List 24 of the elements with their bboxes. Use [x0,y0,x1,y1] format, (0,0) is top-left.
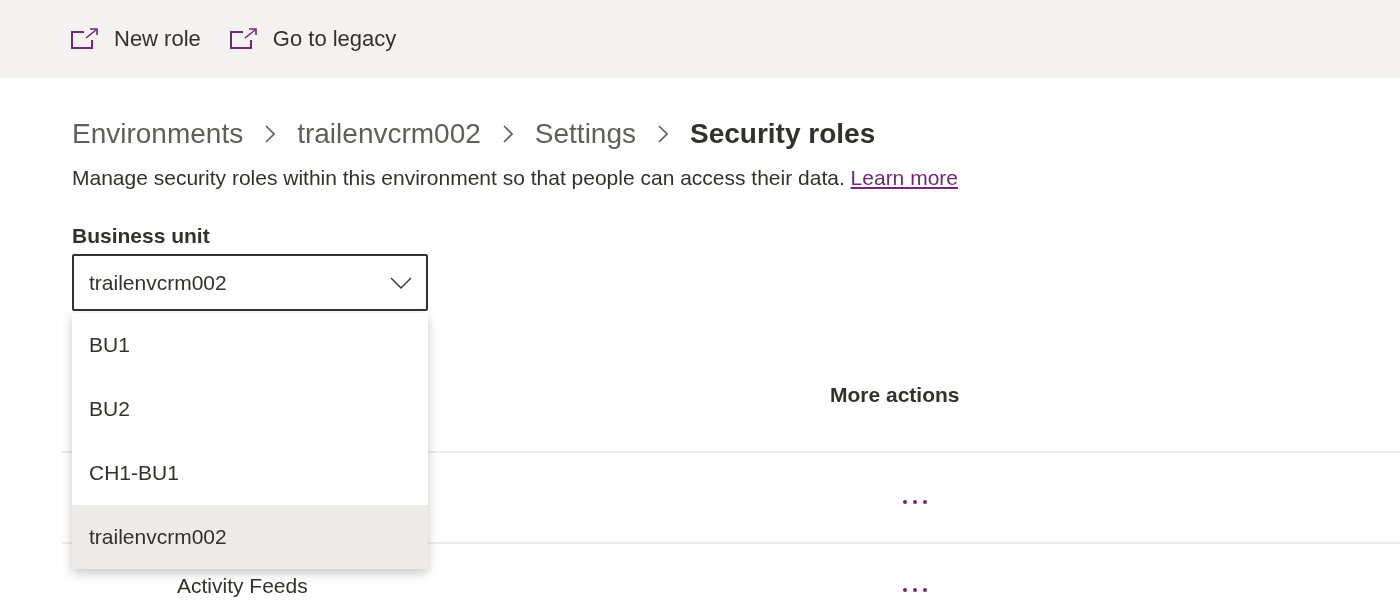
breadcrumb-link[interactable]: trailenvcrm002 [297,118,481,150]
open-in-new-window-icon [228,28,257,50]
dropdown-option[interactable]: BU2 [72,377,428,441]
more-icon [902,498,928,505]
chevron-right-icon [502,125,513,143]
breadcrumb-link[interactable]: Environments [72,118,244,150]
command-button[interactable]: Go to legacy [228,22,397,56]
dropdown-option[interactable]: BU1 [72,313,428,377]
breadcrumb-link[interactable]: Settings [534,118,636,150]
page-title[interactable]: Security roles [690,118,876,150]
dropdown-option[interactable]: CH1-BU1 [72,441,428,505]
business-unit-dropdown[interactable]: trailenvcrm002 [72,254,428,311]
chevron-right-icon [265,125,276,143]
page-description: Manage security roles within this environment so that people can access their data. Learn more [72,166,959,190]
chevron-right-icon [658,125,668,143]
learn-more-link[interactable]: Learn more [850,166,958,189]
chevron-down-icon [390,276,412,289]
dropdown-option[interactable]: trailenvcrm002 [72,505,428,569]
role-name[interactable]: Activity Feeds [177,574,308,597]
more-icon [902,587,928,593]
command-button[interactable]: New role [70,22,201,56]
business-unit-label: Business unit [72,224,211,249]
column-header: More actions [829,369,1400,452]
open-in-new-window-icon [70,28,98,50]
